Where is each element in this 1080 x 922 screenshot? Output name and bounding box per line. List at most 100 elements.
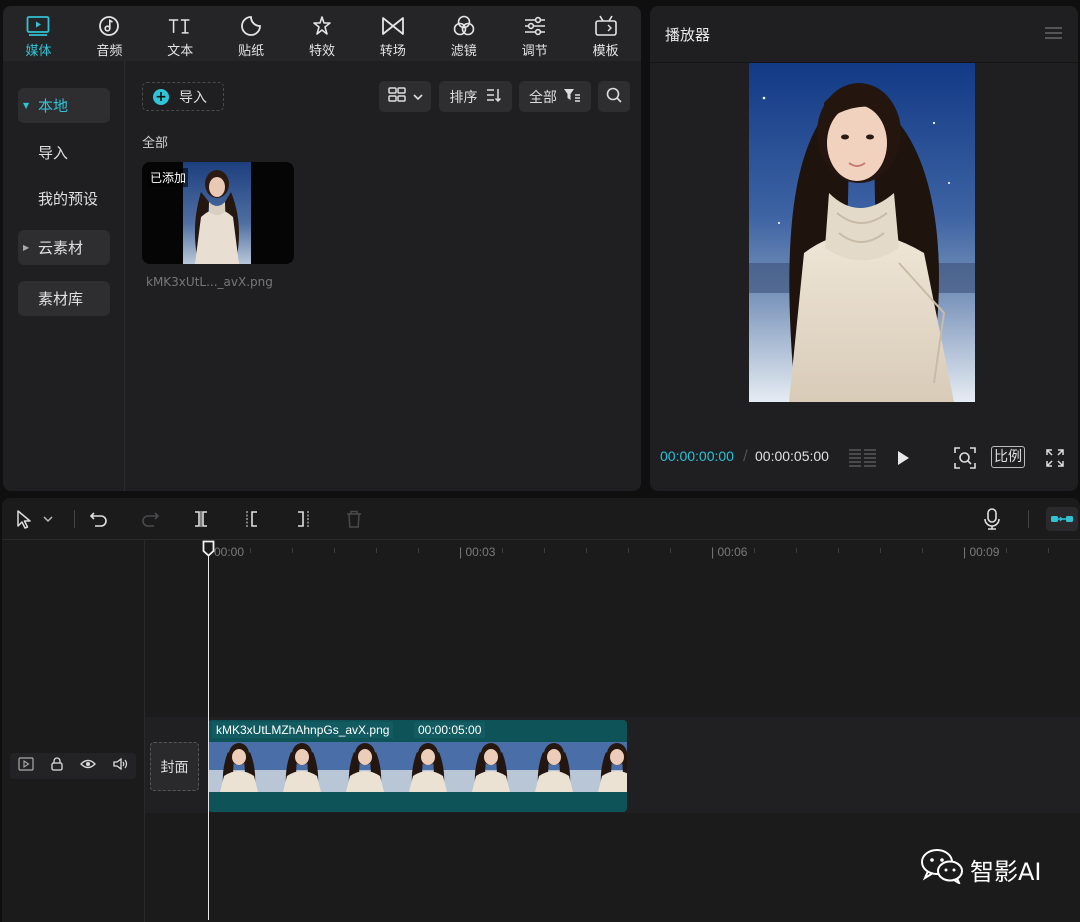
view-mode-button[interactable]	[379, 81, 431, 112]
select-cursor-icon[interactable]	[12, 507, 36, 531]
tab-label: 贴纸	[238, 44, 265, 59]
tab-media[interactable]: 媒体	[3, 6, 74, 61]
sidebar-item-import[interactable]: 导入	[18, 135, 110, 170]
filter-button[interactable]: 全部	[519, 81, 591, 112]
tab-label: 特效	[309, 44, 336, 59]
link-toggle-icon[interactable]	[1046, 507, 1078, 531]
tab-template[interactable]: 模板	[570, 6, 641, 61]
track-header-column	[2, 540, 145, 922]
sort-button[interactable]: 排序	[439, 81, 512, 112]
current-time: 00:00:00:00	[660, 448, 734, 464]
caret-down-icon: ▼	[23, 101, 30, 110]
trim-right-icon[interactable]	[291, 507, 315, 531]
ruler-tick	[292, 548, 293, 553]
ruler-tick	[250, 548, 251, 553]
clip-frame	[271, 742, 334, 792]
audio-meter-icon	[848, 446, 878, 470]
ruler-tick	[838, 548, 839, 553]
ruler-tick	[670, 548, 671, 553]
sidebar-item-local[interactable]: ▼ 本地	[18, 88, 110, 123]
trim-left-icon[interactable]	[240, 507, 264, 531]
preview-image	[749, 63, 975, 402]
split-icon[interactable]	[189, 507, 213, 531]
player-panel: 播放器 00:00:00:00 / 00:00:05:00 比例	[650, 6, 1078, 491]
playhead-line	[208, 548, 209, 920]
sidebar-item-cloud[interactable]: ▶ 云素材	[18, 230, 110, 265]
sidebar-item-library[interactable]: 素材库	[18, 281, 110, 316]
redo-icon[interactable]	[138, 507, 162, 531]
watermark: 智影AI	[920, 848, 1042, 890]
sort-label: 排序	[449, 89, 478, 106]
clip-frame	[460, 742, 523, 792]
video-clip[interactable]: kMK3xUtLMZhAhnpGs_avX.png 00:00:05:00	[208, 720, 627, 812]
tab-label: 滤镜	[450, 44, 477, 59]
tab-adjust[interactable]: 调节	[499, 6, 570, 61]
media-tab-bar: 媒体 音频 文本 贴纸 特效 转场 滤镜 调节 模板	[3, 6, 641, 61]
text-ti-icon	[168, 14, 192, 38]
tab-label: 模板	[592, 44, 619, 59]
delete-trash-icon[interactable]	[342, 507, 366, 531]
toolbar-divider	[74, 510, 75, 528]
zoom-focus-icon[interactable]	[953, 446, 977, 470]
ruler-tick	[586, 548, 587, 553]
tab-effects[interactable]: 特效	[287, 6, 358, 61]
clip-frame	[586, 742, 627, 792]
clip-frame	[334, 742, 397, 792]
total-time: 00:00:05:00	[755, 448, 829, 464]
ruler-tick	[334, 548, 335, 553]
ruler-tick	[880, 548, 881, 553]
media-thumbnail[interactable]: 已添加	[142, 162, 294, 264]
play-icon[interactable]	[893, 446, 913, 470]
tab-text[interactable]: 文本	[145, 6, 216, 61]
sidebar-item-presets[interactable]: 我的预设	[18, 181, 110, 216]
lock-icon[interactable]	[50, 757, 64, 775]
wechat-logo-icon	[920, 848, 964, 890]
ruler-tick	[376, 548, 377, 553]
tick-label: 00:00	[214, 545, 245, 559]
eye-icon[interactable]	[80, 758, 96, 774]
tab-audio[interactable]: 音频	[74, 6, 145, 61]
tab-label: 媒体	[25, 44, 52, 59]
sidebar-item-label: 云素材	[38, 239, 84, 257]
hamburger-menu-icon[interactable]	[1045, 26, 1062, 40]
media-file-name: kMK3xUtL..._avX.png	[146, 275, 273, 289]
tab-sticker[interactable]: 贴纸	[216, 6, 287, 61]
ruler-tick	[1006, 548, 1007, 553]
tab-filter[interactable]: 滤镜	[428, 6, 499, 61]
playhead-handle[interactable]	[202, 540, 215, 557]
clip-frame	[397, 742, 460, 792]
clip-file-name: kMK3xUtLMZhAhnpGs_avX.png	[212, 722, 394, 738]
timeline-toolbar	[2, 498, 1080, 540]
player-title: 播放器	[665, 26, 711, 44]
sort-icon	[486, 88, 502, 106]
fullscreen-icon[interactable]	[1044, 446, 1066, 470]
undo-icon[interactable]	[87, 507, 111, 531]
microphone-icon[interactable]	[980, 507, 1004, 531]
import-label: 导入	[179, 89, 207, 106]
import-button[interactable]: + 导入	[142, 82, 224, 111]
search-button[interactable]	[598, 81, 630, 112]
plus-icon: +	[153, 88, 169, 105]
ruler-tick	[418, 548, 419, 553]
tick-label: | 00:06	[711, 545, 748, 559]
media-panel: 媒体 音频 文本 贴纸 特效 转场 滤镜 调节 模板 ▼ 本地 导入 我的预设 …	[3, 6, 641, 491]
ruler-tick	[502, 548, 503, 553]
chevron-down-icon	[412, 89, 423, 105]
search-icon	[606, 87, 622, 107]
ruler-tick	[1048, 548, 1049, 553]
sliders-icon	[523, 14, 547, 38]
cover-button[interactable]: 封面	[150, 742, 199, 791]
ratio-button[interactable]: 比例	[991, 446, 1025, 468]
time-ruler[interactable]: 00:00 | 00:03 | 00:06 | 00:09	[145, 540, 1080, 566]
video-track-icon[interactable]	[18, 757, 34, 775]
tab-transition[interactable]: 转场	[357, 6, 428, 61]
tab-label: 音频	[96, 44, 123, 59]
filter-label: 全部	[529, 89, 557, 106]
time-separator: /	[743, 448, 748, 464]
clip-frame-strip	[208, 742, 627, 792]
clip-frame	[523, 742, 586, 792]
chevron-down-icon[interactable]	[40, 507, 56, 531]
sidebar-item-label: 我的预设	[38, 190, 99, 208]
speaker-icon[interactable]	[112, 757, 128, 775]
ruler-tick	[922, 548, 923, 553]
